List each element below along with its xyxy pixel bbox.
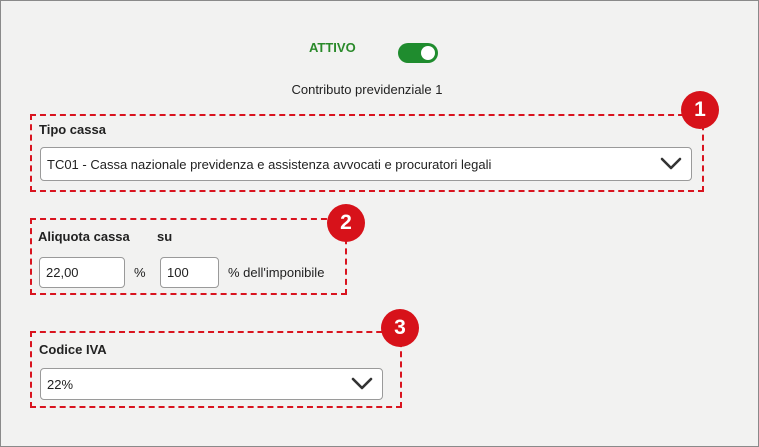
section-title: Contributo previdenziale 1 [291, 82, 443, 97]
active-toggle[interactable] [398, 43, 438, 63]
codice-iva-select[interactable]: 22% [40, 368, 383, 400]
chevron-down-icon [351, 377, 373, 390]
base-suffix: % dell'imponibile [228, 265, 325, 280]
status-row: ATTIVO [309, 40, 356, 55]
codice-iva-label: Codice IVA [39, 342, 107, 357]
chevron-down-icon [660, 157, 682, 170]
percent-sign: % [134, 265, 146, 280]
codice-iva-value: 22% [47, 376, 74, 392]
step-badge-3: 3 [381, 309, 419, 347]
toggle-knob [421, 46, 435, 60]
status-label: ATTIVO [309, 40, 356, 55]
su-label: su [157, 229, 173, 244]
aliquota-base-input[interactable]: 100 [160, 257, 219, 288]
step-badge-1: 1 [681, 91, 719, 129]
tipo-cassa-value: TC01 - Cassa nazionale previdenza e assi… [47, 156, 492, 172]
tipo-cassa-label: Tipo cassa [39, 122, 106, 137]
aliquota-label: Aliquota cassa [38, 229, 130, 244]
tipo-cassa-select[interactable]: TC01 - Cassa nazionale previdenza e assi… [40, 147, 692, 181]
aliquota-rate-input[interactable]: 22,00 [39, 257, 125, 288]
step-badge-2: 2 [327, 204, 365, 242]
panel: ATTIVO Contributo previdenziale 1 1 Tipo… [0, 0, 759, 447]
